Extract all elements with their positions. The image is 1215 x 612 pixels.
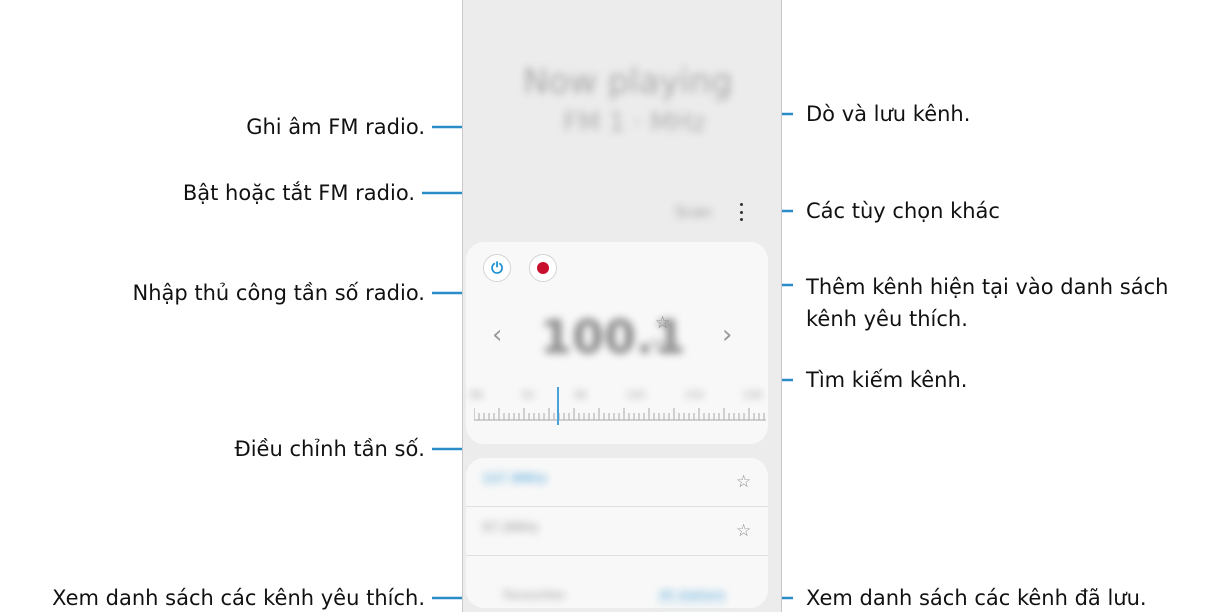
- label-saved-list: Xem danh sách các kênh đã lưu.: [806, 586, 1147, 610]
- power-button[interactable]: ⏻: [483, 254, 511, 282]
- phone-screen: Now playing FM 1 · MHz Scan ⏻ ‹ › 100.1 …: [462, 0, 782, 612]
- scale-labels: 88 92 96 100 104 108: [470, 390, 762, 401]
- scale-label: 88: [470, 390, 483, 401]
- scale-label: 92: [522, 390, 535, 401]
- power-icon: ⏻: [491, 258, 503, 277]
- scale-label: 108: [742, 390, 762, 401]
- label-search-channel: Tìm kiếm kênh.: [806, 368, 968, 392]
- label-more-options: Các tùy chọn khác: [806, 199, 1000, 223]
- label-adjust-freq: Điều chỉnh tần số.: [234, 437, 425, 461]
- record-icon: [537, 262, 549, 274]
- header-title: Now playing: [523, 62, 733, 102]
- channel-name: 107.9MHz: [482, 472, 548, 487]
- frequency-scale[interactable]: [474, 404, 766, 426]
- label-favorites-list: Xem danh sách các kênh yêu thích.: [52, 586, 425, 610]
- list-item[interactable]: 107.9MHz ☆: [466, 458, 768, 507]
- tab-all-stations[interactable]: All stations: [659, 588, 726, 603]
- frequency-unit: MHz: [650, 338, 678, 353]
- channel-list: 107.9MHz ☆ 97.0MHz ☆: [466, 458, 768, 608]
- star-icon[interactable]: ☆: [736, 523, 751, 540]
- tuner-card: ⏻ ‹ › 100.1 MHz ☆ 88 92 96 100 104 108: [466, 242, 768, 444]
- scale-label: 96: [574, 390, 587, 401]
- label-power: Bật hoặc tắt FM radio.: [182, 181, 415, 205]
- scan-button[interactable]: Scan: [675, 203, 711, 221]
- tab-favorites[interactable]: Favourites: [503, 588, 565, 602]
- more-vertical-icon[interactable]: [738, 203, 744, 221]
- star-icon[interactable]: ☆: [736, 474, 751, 491]
- label-scan-save: Dò và lưu kênh.: [806, 102, 971, 126]
- header-subtitle: FM 1 · MHz: [563, 108, 706, 138]
- scale-label: 104: [684, 390, 704, 401]
- favorite-star-icon[interactable]: ☆: [655, 315, 670, 332]
- label-record: Ghi âm FM radio.: [246, 115, 425, 139]
- list-item[interactable]: 97.0MHz ☆: [466, 507, 768, 556]
- label-add-favorite: Thêm kênh hiện tại vào danh sách kênh yê…: [806, 275, 1169, 331]
- tuner-needle[interactable]: [557, 387, 559, 425]
- channel-name: 97.0MHz: [482, 521, 539, 536]
- scale-label: 100: [626, 390, 646, 401]
- label-manual-freq: Nhập thủ công tần số radio.: [132, 281, 425, 305]
- record-button[interactable]: [529, 254, 557, 282]
- chevron-right-icon[interactable]: ›: [722, 322, 732, 348]
- chevron-left-icon[interactable]: ‹: [492, 322, 502, 348]
